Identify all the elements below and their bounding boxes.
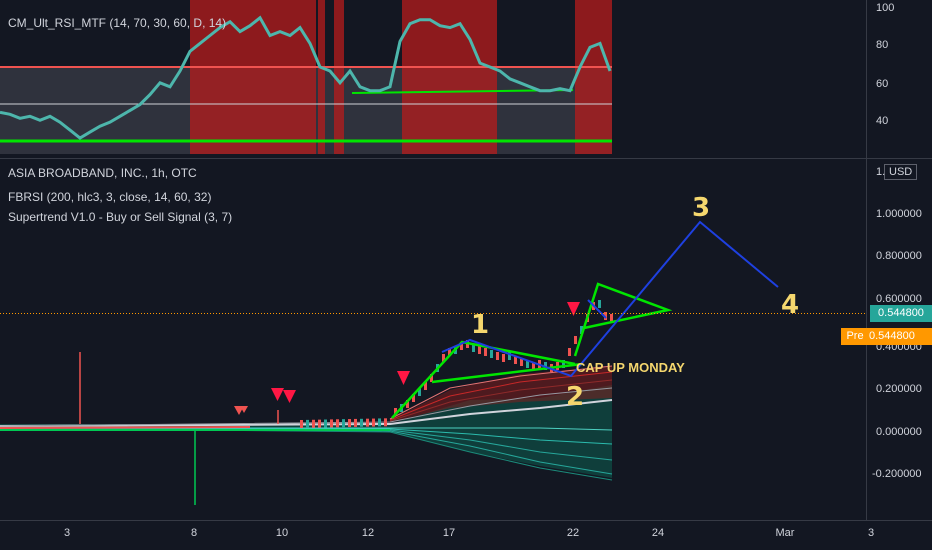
rsi-overbought-zone <box>402 0 497 154</box>
candle <box>378 418 381 427</box>
candle <box>496 352 499 360</box>
wave-label-1: 1 <box>471 310 490 340</box>
candle <box>568 348 571 356</box>
candle <box>348 419 351 428</box>
candle <box>366 418 369 427</box>
rsi-indicator-title[interactable]: CM_Ult_RSI_MTF (14, 70, 30, 60, D, 14) <box>8 16 226 30</box>
candle <box>384 418 387 427</box>
xtick: 17 <box>442 527 456 539</box>
xtick: 3 <box>867 527 875 539</box>
pre-price: 0.544800 <box>869 330 915 342</box>
xtick: 10 <box>275 527 289 539</box>
candle <box>324 419 327 428</box>
xtick: 24 <box>651 527 665 539</box>
rsi-ytick: 60 <box>876 78 889 90</box>
candle <box>342 419 345 428</box>
rsi-ytick: 40 <box>876 115 889 127</box>
candle <box>306 419 309 428</box>
pre-market-tag: Pre 0.544800 <box>841 328 932 345</box>
supertrend-line <box>0 426 251 429</box>
currency-selector[interactable]: USD <box>884 164 918 180</box>
rsi-ytick: 80 <box>876 39 889 51</box>
price-ytick: 0.200000 <box>876 383 922 395</box>
candle <box>360 418 363 427</box>
price-ytick: 1. <box>876 166 886 178</box>
candle <box>484 348 487 356</box>
price-ytick: 0.600000 <box>876 293 922 305</box>
candle <box>372 418 375 427</box>
xtick: 12 <box>361 527 375 539</box>
candle <box>574 336 577 344</box>
pre-label: Pre <box>846 330 864 342</box>
xtick: Mar <box>775 527 795 539</box>
candle <box>598 300 601 308</box>
rsi-overbought-zone <box>318 0 325 154</box>
candle <box>336 419 339 428</box>
candle <box>502 354 505 362</box>
candle <box>354 418 357 427</box>
price-ytick: 0.000000 <box>876 426 922 438</box>
candle <box>312 419 315 428</box>
rsi-ytick: 100 <box>876 2 895 14</box>
candle <box>300 420 303 428</box>
price-ytick: 0.800000 <box>876 250 922 262</box>
xtick: 22 <box>566 527 580 539</box>
rsi-overbought-zone <box>575 0 612 154</box>
wave-label-3: 3 <box>692 193 711 223</box>
last-price-tag: 0.544800 <box>870 305 932 322</box>
price-ytick: -0.200000 <box>872 468 922 480</box>
price-ytick: 1.000000 <box>876 208 922 220</box>
candle <box>318 419 321 428</box>
symbol-title[interactable]: ASIA BROADBAND, INC., 1h, OTC <box>8 166 197 180</box>
chart-canvas[interactable] <box>0 0 932 550</box>
supertrend-indicator-title[interactable]: Supertrend V1.0 - Buy or Sell Signal (3,… <box>8 210 232 224</box>
wave-label-4: 4 <box>781 290 800 320</box>
xtick: 8 <box>190 527 198 539</box>
candle <box>330 419 333 428</box>
xtick: 3 <box>63 527 71 539</box>
candle <box>490 350 493 358</box>
cap-up-monday-note: CAP UP MONDAY <box>576 360 685 375</box>
fbrsi-indicator-title[interactable]: FBRSI (200, hlc3, 3, close, 14, 60, 32) <box>8 190 211 204</box>
candle <box>478 346 481 354</box>
wave-label-2: 2 <box>566 382 585 412</box>
